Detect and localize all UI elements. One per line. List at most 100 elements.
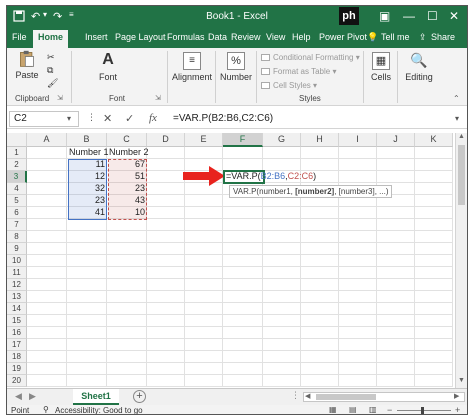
grid-cell[interactable] bbox=[415, 255, 453, 267]
grid-cell[interactable] bbox=[147, 315, 185, 327]
grid-cell[interactable] bbox=[67, 303, 107, 315]
formula-input[interactable]: =VAR.P(B2:B6,C2:C6) bbox=[173, 113, 273, 124]
grid-cell[interactable] bbox=[27, 279, 67, 291]
paste-button[interactable]: Paste bbox=[11, 50, 43, 80]
grid-cell[interactable] bbox=[263, 207, 301, 219]
grid-cell[interactable] bbox=[223, 267, 263, 279]
font-button[interactable]: A Font bbox=[91, 52, 125, 83]
grid-cell[interactable] bbox=[67, 219, 107, 231]
grid-cell[interactable] bbox=[107, 363, 147, 375]
grid-cell[interactable] bbox=[415, 159, 453, 171]
grid-cell[interactable] bbox=[185, 291, 223, 303]
worksheet-grid[interactable]: ABCDEFGHIJK 1 2 3 4 5 6 7 8 9 10 11 12 13 14 15 16 17 18 1… bbox=[7, 133, 455, 388]
enter-icon[interactable]: ✓ bbox=[125, 112, 134, 125]
grid-cell[interactable] bbox=[185, 207, 223, 219]
alignment-button[interactable]: ≡ Alignment bbox=[170, 52, 214, 82]
grid-cell[interactable] bbox=[223, 243, 263, 255]
grid-cell[interactable] bbox=[377, 171, 415, 183]
grid-cell[interactable] bbox=[339, 219, 377, 231]
column-header-h[interactable]: H bbox=[301, 133, 339, 147]
grid-cell[interactable] bbox=[301, 375, 339, 387]
grid-cell[interactable] bbox=[223, 279, 263, 291]
grid-cell[interactable] bbox=[27, 339, 67, 351]
grid-cell[interactable] bbox=[339, 171, 377, 183]
zoom-slider[interactable] bbox=[397, 410, 451, 411]
grid-cell[interactable] bbox=[415, 195, 453, 207]
grid-cell[interactable] bbox=[263, 255, 301, 267]
grid-cell[interactable] bbox=[223, 339, 263, 351]
grid-cell[interactable] bbox=[67, 267, 107, 279]
grid-cell[interactable] bbox=[147, 195, 185, 207]
grid-cell[interactable] bbox=[301, 219, 339, 231]
tab-view[interactable]: View bbox=[266, 32, 285, 42]
grid-cell[interactable] bbox=[107, 243, 147, 255]
grid-cell[interactable] bbox=[339, 279, 377, 291]
grid-cell[interactable] bbox=[301, 255, 339, 267]
row-header-10[interactable]: 10 bbox=[7, 255, 27, 267]
grid-cell[interactable] bbox=[263, 375, 301, 387]
grid-cell[interactable] bbox=[377, 267, 415, 279]
grid-cell[interactable] bbox=[147, 327, 185, 339]
grid-cell[interactable] bbox=[263, 303, 301, 315]
grid-cell[interactable] bbox=[107, 291, 147, 303]
tab-formulas[interactable]: Formulas bbox=[167, 32, 205, 42]
grid-cell[interactable] bbox=[107, 339, 147, 351]
grid-cell[interactable] bbox=[107, 279, 147, 291]
grid-cell[interactable] bbox=[263, 267, 301, 279]
conditional-formatting-button[interactable]: Conditional Formatting ▾ bbox=[261, 53, 360, 62]
grid-cell[interactable] bbox=[147, 183, 185, 195]
grid-cell[interactable] bbox=[301, 351, 339, 363]
row-header-4[interactable]: 4 bbox=[7, 183, 27, 195]
grid-cell[interactable] bbox=[415, 171, 453, 183]
column-header-k[interactable]: K bbox=[415, 133, 453, 147]
row-header-18[interactable]: 18 bbox=[7, 351, 27, 363]
grid-cell[interactable] bbox=[415, 351, 453, 363]
grid-cell[interactable] bbox=[27, 171, 67, 183]
grid-cell[interactable] bbox=[147, 363, 185, 375]
zoom-out-icon[interactable]: − bbox=[387, 405, 392, 414]
grid-cell[interactable] bbox=[27, 363, 67, 375]
cell-b2[interactable]: 11 bbox=[67, 159, 107, 171]
grid-cell[interactable] bbox=[185, 279, 223, 291]
row-header-11[interactable]: 11 bbox=[7, 267, 27, 279]
grid-cell[interactable] bbox=[377, 219, 415, 231]
grid-cell[interactable] bbox=[27, 183, 67, 195]
grid-cell[interactable] bbox=[415, 303, 453, 315]
tab-insert[interactable]: Insert bbox=[85, 32, 108, 42]
cell-b3[interactable]: 12 bbox=[67, 171, 107, 183]
grid-cell[interactable] bbox=[147, 339, 185, 351]
grid-cell[interactable] bbox=[223, 363, 263, 375]
name-box-dropdown-icon[interactable]: ▾ bbox=[67, 114, 71, 123]
grid-cell[interactable] bbox=[27, 375, 67, 387]
grid-cell[interactable] bbox=[67, 243, 107, 255]
grid-cell[interactable] bbox=[185, 363, 223, 375]
page-layout-view-icon[interactable]: ▤ bbox=[349, 405, 357, 414]
tab-split-grip-icon[interactable]: ⋮ bbox=[291, 390, 300, 401]
grid-cell[interactable] bbox=[415, 339, 453, 351]
grid-cell[interactable] bbox=[377, 255, 415, 267]
column-header-i[interactable]: I bbox=[339, 133, 377, 147]
vertical-scroll-thumb[interactable] bbox=[458, 145, 465, 205]
grid-cell[interactable] bbox=[67, 375, 107, 387]
row-header-16[interactable]: 16 bbox=[7, 327, 27, 339]
grid-cell[interactable] bbox=[301, 339, 339, 351]
cancel-icon[interactable]: ✕ bbox=[103, 112, 112, 125]
grid-cell[interactable] bbox=[415, 231, 453, 243]
row-header-5[interactable]: 5 bbox=[7, 195, 27, 207]
grid-cell[interactable] bbox=[185, 231, 223, 243]
grid-cell[interactable] bbox=[301, 303, 339, 315]
grid-cell[interactable] bbox=[339, 291, 377, 303]
grid-cell[interactable] bbox=[415, 267, 453, 279]
grid-cell[interactable] bbox=[185, 339, 223, 351]
scroll-down-icon[interactable]: ▼ bbox=[458, 377, 465, 384]
grid-cell[interactable] bbox=[147, 207, 185, 219]
grid-cell[interactable] bbox=[415, 327, 453, 339]
tab-tell-me[interactable]: Tell me bbox=[381, 32, 410, 42]
grid-cell[interactable] bbox=[223, 255, 263, 267]
grid-cell[interactable] bbox=[301, 243, 339, 255]
grid-cell[interactable] bbox=[301, 147, 339, 159]
grid-cell[interactable] bbox=[339, 327, 377, 339]
grid-cell[interactable] bbox=[27, 147, 67, 159]
horizontal-scrollbar[interactable]: ◀ ▶ bbox=[303, 392, 465, 402]
grid-cell[interactable] bbox=[147, 351, 185, 363]
